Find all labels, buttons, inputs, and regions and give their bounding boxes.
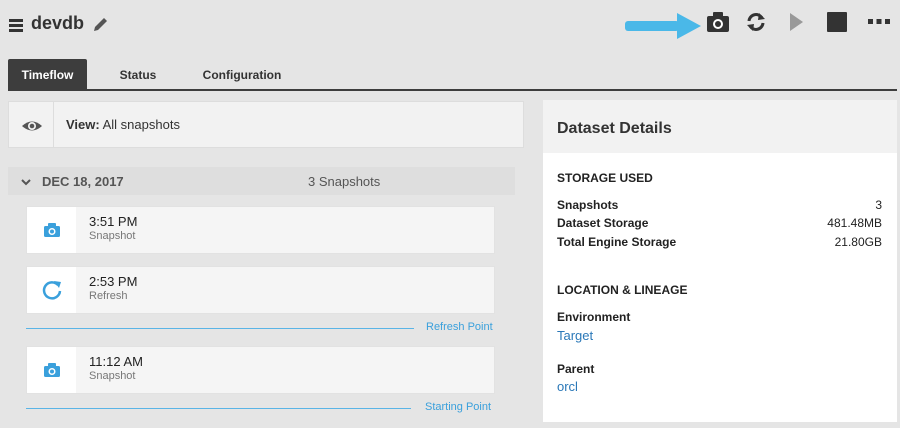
view-divider: [53, 102, 54, 147]
details-header: Dataset Details: [543, 100, 897, 153]
parent-label: Parent: [557, 362, 595, 376]
storage-section-title: STORAGE USED: [557, 171, 653, 185]
dataset-title: devdb: [31, 13, 85, 33]
eye-icon: [18, 115, 46, 137]
card-icon-box: [27, 267, 76, 313]
view-filter-bar[interactable]: View: All snapshots: [8, 101, 524, 148]
snapshot-time: 11:12 AM: [89, 354, 143, 369]
snapshot-time: 3:51 PM: [89, 214, 138, 229]
refresh-point-line: [26, 328, 414, 329]
chevron-down-icon: [20, 175, 32, 187]
group-date: DEC 18, 2017: [42, 174, 124, 189]
camera-icon: [43, 223, 60, 237]
date-group-header[interactable]: DEC 18, 2017 3 Snapshots: [8, 167, 515, 195]
details-title: Dataset Details: [557, 120, 672, 137]
play-icon[interactable]: [783, 9, 809, 35]
tab-configuration[interactable]: Configuration: [195, 59, 289, 90]
camera-icon[interactable]: [705, 9, 731, 35]
card-icon-box: [27, 347, 76, 393]
starting-point-line: [26, 408, 411, 409]
snapshot-card[interactable]: 3:51 PM Snapshot: [26, 206, 495, 254]
pointer-arrow-icon: [623, 12, 703, 40]
storage-value-dataset: 481.48MB: [827, 216, 882, 230]
snapshot-time: 2:53 PM: [89, 274, 138, 289]
storage-label-snapshots: Snapshots: [557, 198, 619, 212]
refresh-icon[interactable]: [743, 9, 769, 35]
environment-link[interactable]: Target: [557, 328, 593, 343]
snapshot-card[interactable]: 11:12 AM Snapshot: [26, 346, 495, 394]
tab-timeflow[interactable]: Timeflow: [8, 59, 87, 90]
refresh-icon: [42, 281, 61, 300]
storage-value-snapshots: 3: [875, 198, 882, 212]
view-label: View: All snapshots: [66, 117, 180, 132]
storage-label-engine: Total Engine Storage: [557, 235, 677, 249]
snapshot-count: 3 Snapshots: [308, 174, 381, 189]
view-value: All snapshots: [102, 117, 180, 132]
snapshot-card[interactable]: 2:53 PM Refresh: [26, 266, 495, 314]
starting-point-label[interactable]: Starting Point: [425, 401, 491, 413]
database-icon: [8, 17, 24, 33]
dataset-details-panel: Dataset Details STORAGE USED Snapshots 3…: [543, 100, 897, 422]
stop-icon[interactable]: [824, 9, 850, 35]
pencil-icon[interactable]: [91, 14, 111, 34]
snapshot-type: Snapshot: [89, 230, 136, 242]
snapshot-type: Snapshot: [89, 370, 136, 382]
location-section-title: LOCATION & LINEAGE: [557, 283, 688, 297]
view-prefix: View:: [66, 117, 100, 132]
parent-link[interactable]: orcl: [557, 379, 578, 394]
snapshot-type: Refresh: [89, 290, 128, 302]
storage-label-dataset: Dataset Storage: [557, 216, 649, 230]
more-icon[interactable]: [866, 9, 892, 35]
tab-status[interactable]: Status: [108, 59, 168, 90]
refresh-point-label[interactable]: Refresh Point: [426, 321, 493, 333]
storage-value-engine: 21.80GB: [834, 235, 882, 249]
environment-label: Environment: [557, 310, 631, 324]
tab-underline: [8, 89, 897, 91]
camera-icon: [43, 363, 60, 377]
card-icon-box: [27, 207, 76, 253]
